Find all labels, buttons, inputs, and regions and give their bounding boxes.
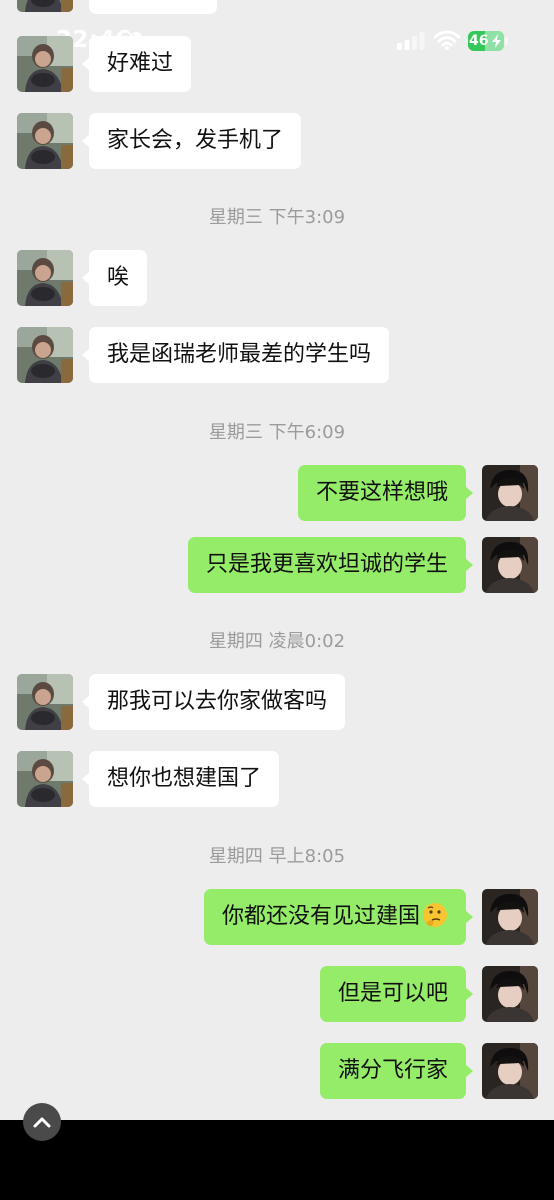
timestamp: 星期三 下午3:09 <box>208 207 346 228</box>
message-bubble[interactable]: 家长会，发手机了 <box>81 113 302 169</box>
scroll-up-button[interactable] <box>23 1103 61 1141</box>
timestamp: 星期四 早上8:05 <box>208 846 346 867</box>
timestamp: 星期三 下午6:09 <box>208 422 346 443</box>
avatar[interactable] <box>482 465 538 521</box>
signal-icon <box>397 32 425 50</box>
charging-bolt-icon <box>492 34 501 48</box>
chevron-up-icon <box>33 1117 51 1128</box>
message-text: 你都还没有见过建国 <box>221 904 420 929</box>
battery-icon: 46 <box>468 31 509 51</box>
message-bubble[interactable]: 不要这样想哦 <box>297 465 474 521</box>
avatar[interactable] <box>482 966 538 1022</box>
avatar[interactable] <box>17 36 73 92</box>
chat-screen: 22:46 46 好难过 家长会，发手机了 星期三 下午3:0 <box>0 0 554 1120</box>
message-bubble[interactable]: 满分飞行家 <box>319 1043 474 1099</box>
thinking-face-icon <box>423 903 447 927</box>
avatar[interactable] <box>482 1043 538 1099</box>
message-bubble[interactable]: 但是可以吧 <box>319 966 474 1022</box>
avatar[interactable] <box>17 113 73 169</box>
avatar[interactable] <box>17 250 73 306</box>
avatar[interactable] <box>17 674 73 730</box>
message-bubble[interactable]: 你都还没有见过建国 <box>203 889 474 945</box>
wifi-icon <box>434 30 460 50</box>
message-bubble-partial[interactable] <box>89 0 217 14</box>
message-bubble[interactable]: 好难过 <box>81 36 192 92</box>
message-bubble[interactable]: 那我可以去你家做客吗 <box>81 674 346 730</box>
avatar[interactable] <box>17 0 73 12</box>
message-bubble[interactable]: 我是函瑞老师最差的学生吗 <box>81 327 390 383</box>
message-bubble[interactable]: 想你也想建国了 <box>81 751 280 807</box>
avatar[interactable] <box>17 751 73 807</box>
message-bubble[interactable]: 只是我更喜欢坦诚的学生 <box>187 537 474 593</box>
bottom-bar <box>0 1120 554 1200</box>
message-bubble[interactable]: 唉 <box>81 250 148 306</box>
avatar[interactable] <box>482 889 538 945</box>
avatar[interactable] <box>17 327 73 383</box>
battery-level: 46 <box>469 33 489 49</box>
avatar[interactable] <box>482 537 538 593</box>
timestamp: 星期四 凌晨0:02 <box>208 631 346 652</box>
